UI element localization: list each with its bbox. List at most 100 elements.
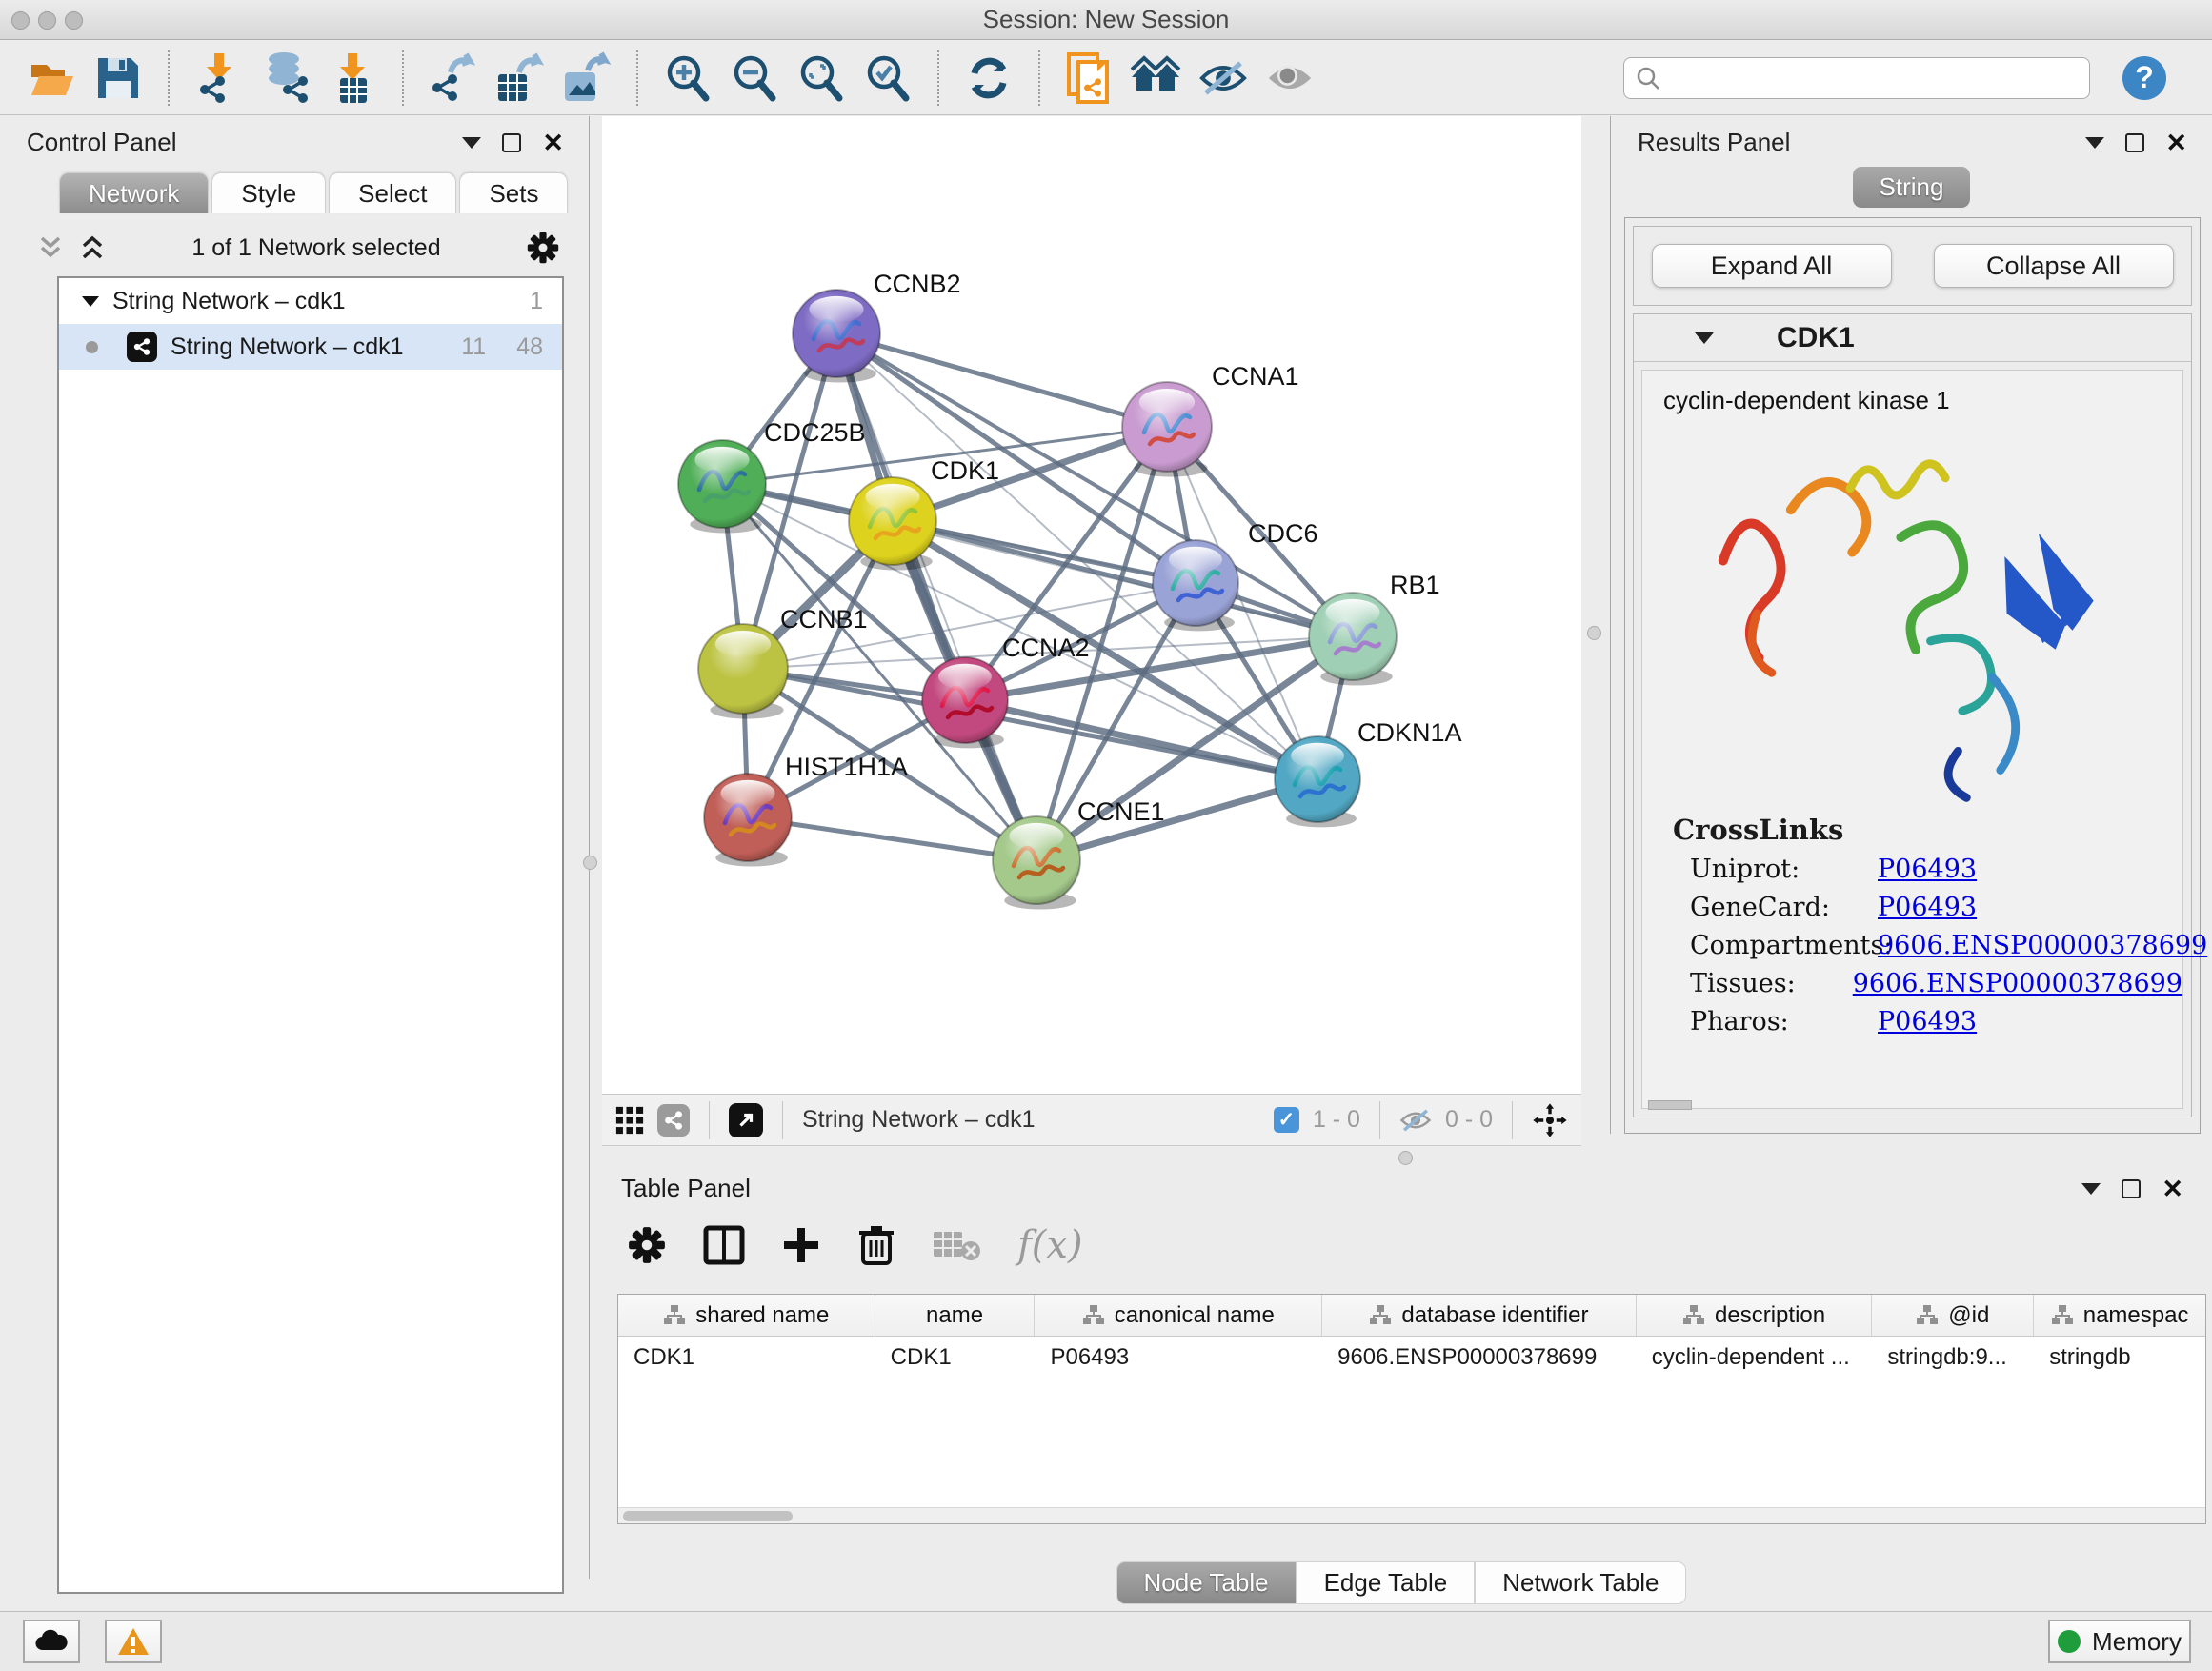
gene-collapse-icon[interactable]: [1695, 332, 1714, 344]
tab-edge-table[interactable]: Edge Table: [1297, 1561, 1476, 1604]
right-splitter-handle[interactable]: [1587, 626, 1601, 640]
pharos-link[interactable]: P06493: [1878, 1007, 1977, 1037]
left-splitter-handle[interactable]: [583, 856, 597, 870]
node-CCNE1[interactable]: [993, 816, 1080, 910]
import-network-from-database-button[interactable]: [257, 50, 314, 107]
open-session-button[interactable]: [23, 50, 80, 107]
node-CDKN1A[interactable]: [1275, 736, 1360, 827]
collapse-all-button[interactable]: Collapse All: [1934, 244, 2174, 288]
fit-crosshair-icon[interactable]: [1532, 1102, 1568, 1138]
import-network-button[interactable]: [191, 50, 248, 107]
zoom-window-button[interactable]: [65, 11, 83, 30]
node-CCNB2[interactable]: [793, 290, 880, 383]
node-RB1[interactable]: [1309, 593, 1397, 686]
table-row[interactable]: CDK1 CDK1 P06493 9606.ENSP00000378699 cy…: [618, 1337, 2205, 1379]
help-button[interactable]: ?: [2122, 56, 2166, 100]
network-collection-row[interactable]: String Network – cdk1 1: [59, 278, 562, 324]
tab-node-table[interactable]: Node Table: [1116, 1561, 1297, 1604]
selected-checkbox-icon[interactable]: ✓: [1274, 1107, 1299, 1133]
network-row[interactable]: String Network – cdk1 11 48: [59, 324, 562, 370]
export-table-button[interactable]: [492, 50, 549, 107]
tab-select[interactable]: Select: [329, 172, 456, 213]
collection-expand-icon[interactable]: [82, 296, 99, 307]
string-document-button[interactable]: [1061, 50, 1118, 107]
panel-close-icon[interactable]: ✕: [2162, 1179, 2183, 1198]
first-neighbors-button[interactable]: [1128, 50, 1185, 107]
toolbar-separator: [168, 50, 170, 106]
edge-CCNA2-CDKN1A[interactable]: [965, 700, 1317, 779]
gear-icon[interactable]: [526, 231, 560, 265]
horizontal-scrollbar[interactable]: [618, 1507, 2205, 1523]
expand-all-icon[interactable]: [78, 234, 107, 261]
gene-name: CDK1: [1777, 322, 1855, 354]
panel-float-icon[interactable]: [2122, 1179, 2141, 1198]
cloud-button[interactable]: [23, 1620, 80, 1663]
scrollbar-thumb[interactable]: [623, 1511, 793, 1521]
panel-menu-icon[interactable]: [2081, 1183, 2101, 1195]
clear-table-icon[interactable]: [932, 1228, 981, 1262]
uniprot-link[interactable]: P06493: [1878, 855, 1977, 884]
open-in-new-icon[interactable]: [729, 1103, 763, 1137]
save-session-button[interactable]: [90, 50, 147, 107]
function-builder-button[interactable]: f(x): [1017, 1223, 1083, 1267]
panel-close-icon[interactable]: ✕: [2165, 133, 2187, 152]
column-header-canonical-name[interactable]: canonical name: [1035, 1295, 1322, 1336]
search-input[interactable]: [1668, 65, 2068, 91]
hide-selected-button[interactable]: [1195, 50, 1252, 107]
close-window-button[interactable]: [11, 11, 30, 30]
tab-network-table[interactable]: Network Table: [1475, 1561, 1686, 1604]
gene-section-header[interactable]: CDK1: [1634, 314, 2191, 362]
column-header-name[interactable]: name: [875, 1295, 1036, 1336]
panel-menu-icon[interactable]: [462, 137, 481, 149]
delete-column-icon[interactable]: [857, 1224, 895, 1266]
panel-float-icon[interactable]: [2125, 133, 2144, 152]
bottom-splitter-handle[interactable]: [1398, 1151, 1413, 1165]
expand-all-button[interactable]: Expand All: [1652, 244, 1892, 288]
add-column-icon[interactable]: [781, 1225, 821, 1265]
warnings-button[interactable]: [105, 1620, 162, 1663]
panel-menu-icon[interactable]: [2085, 137, 2104, 149]
genecard-link[interactable]: P06493: [1878, 893, 1977, 922]
grid-view-icon[interactable]: [615, 1106, 644, 1135]
column-header-shared-name[interactable]: shared name: [618, 1295, 875, 1336]
zoom-fit-button[interactable]: [793, 50, 850, 107]
memory-button[interactable]: Memory: [2048, 1620, 2191, 1663]
export-network-button[interactable]: [425, 50, 482, 107]
node-CDC6[interactable]: [1153, 540, 1238, 631]
panel-close-icon[interactable]: ✕: [542, 133, 564, 152]
scrollbar-thumb[interactable]: [1648, 1100, 1692, 1110]
column-header-id[interactable]: @id: [1872, 1295, 2034, 1336]
network-canvas[interactable]: CCNB2CCNA1CDC25BCDK1CDC6RB1CCNB1CCNA2CDK…: [602, 116, 1581, 1094]
node-HIST1H1A[interactable]: [704, 774, 792, 867]
node-CCNB1[interactable]: [698, 624, 788, 719]
search-field[interactable]: [1623, 57, 2090, 99]
table-gear-icon[interactable]: [627, 1225, 667, 1265]
node-CCNA2[interactable]: [922, 657, 1008, 748]
node-CDC25B[interactable]: [678, 440, 766, 534]
column-header-database-identifier[interactable]: database identifier: [1322, 1295, 1637, 1336]
zoom-selected-button[interactable]: [859, 50, 916, 107]
tab-network[interactable]: Network: [59, 172, 209, 213]
show-all-button[interactable]: [1261, 50, 1318, 107]
tab-string[interactable]: String: [1853, 167, 1971, 208]
node-table[interactable]: shared name name canonical name database…: [617, 1294, 2206, 1524]
tab-sets[interactable]: Sets: [459, 172, 568, 213]
refresh-button[interactable]: [960, 50, 1017, 107]
collapse-all-icon[interactable]: [36, 234, 65, 261]
zoom-out-button[interactable]: [726, 50, 783, 107]
zoom-in-button[interactable]: [659, 50, 716, 107]
node-label-CCNA2: CCNA2: [1002, 634, 1090, 662]
compartments-link[interactable]: 9606.ENSP00000378699: [1878, 931, 2207, 960]
protein-structure-image: [1692, 423, 2140, 804]
tab-style[interactable]: Style: [211, 172, 326, 213]
column-header-namespace[interactable]: namespac: [2034, 1295, 2205, 1336]
import-table-button[interactable]: [324, 50, 381, 107]
export-image-button[interactable]: [558, 50, 615, 107]
column-header-description[interactable]: description: [1637, 1295, 1873, 1336]
columns-icon[interactable]: [703, 1225, 745, 1265]
panel-float-icon[interactable]: [502, 133, 521, 152]
share-view-icon[interactable]: [657, 1104, 690, 1137]
minimize-window-button[interactable]: [38, 11, 56, 30]
tissues-link[interactable]: 9606.ENSP00000378699: [1853, 969, 2182, 998]
node-CCNA1[interactable]: [1122, 382, 1212, 477]
